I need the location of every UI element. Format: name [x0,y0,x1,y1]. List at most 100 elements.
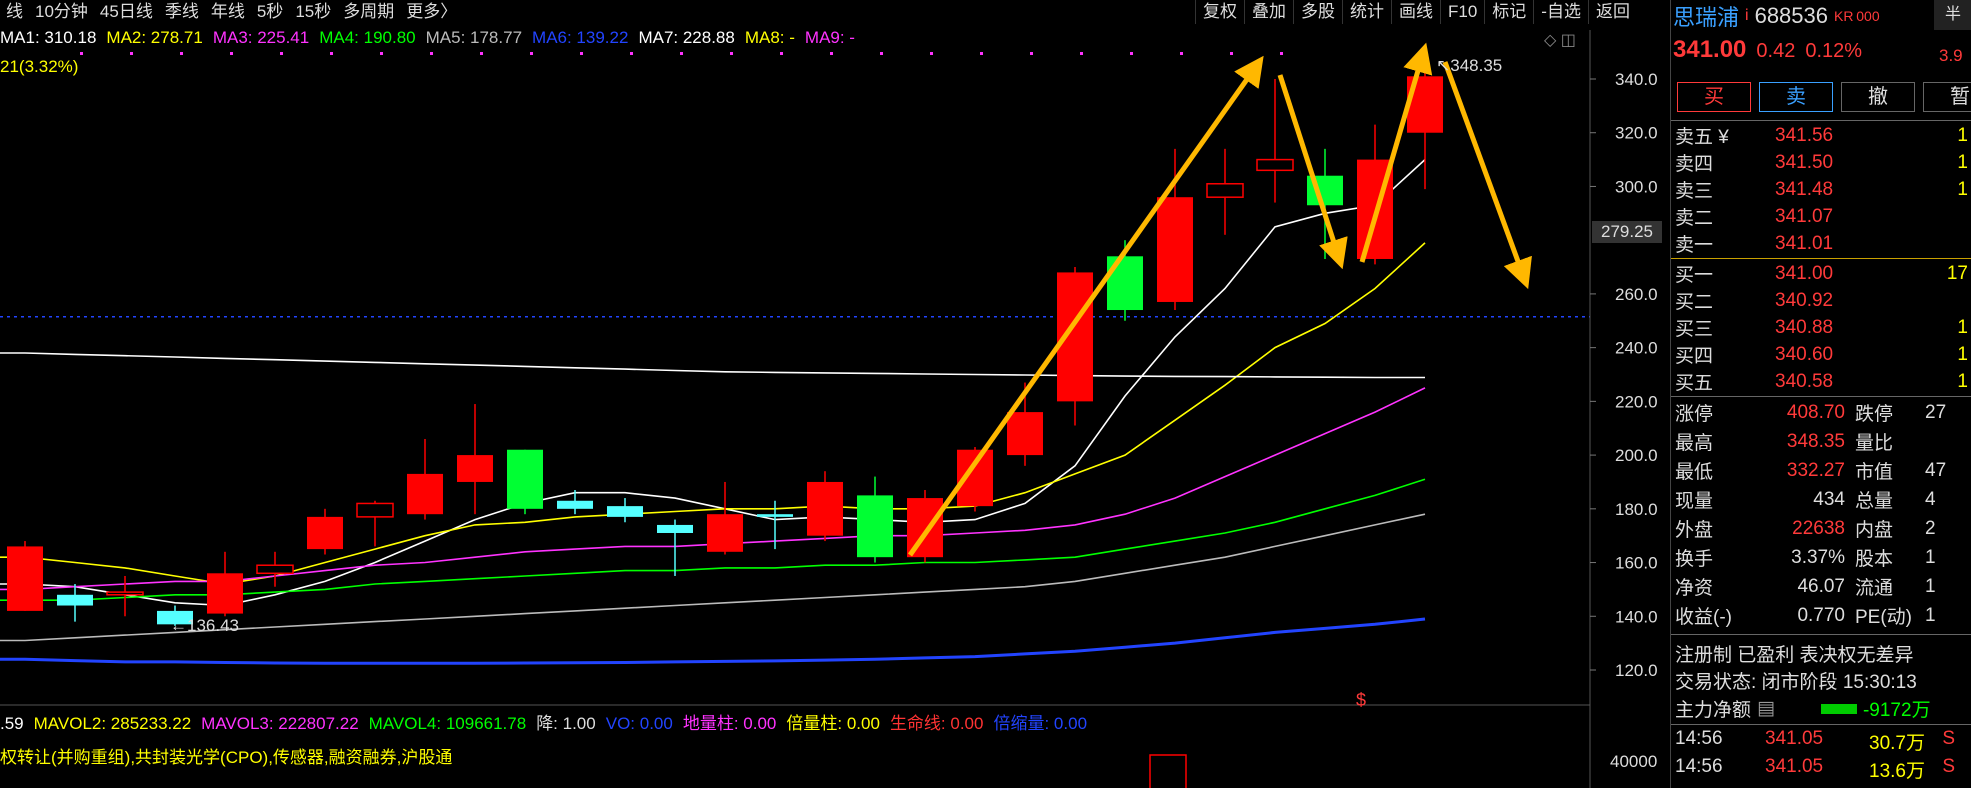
candle[interactable] [557,490,593,514]
candle[interactable] [1357,125,1393,265]
asks-level-label: 卖五 ¥ [1671,122,1775,149]
volume-legend-item: 倍缩量: 0.00 [993,712,1087,736]
candle[interactable] [57,584,93,622]
bids-row[interactable]: 买二340.92 [1671,287,1971,314]
tick-row: 14:56341.0513.6万S [1675,756,1955,783]
last-price: 341.00 [1673,36,1746,64]
stat-label: 最低 [1671,457,1735,484]
volume-legend-item: .59 [0,712,24,736]
half-button[interactable]: 半 [1934,0,1971,30]
flow-bar [1821,704,1857,714]
bids-level-price: 341.00 [1775,263,1895,285]
price-tick-label: 300.0 [1615,177,1658,196]
candle-body [457,455,493,482]
candle[interactable] [657,520,693,576]
signal-dot [1230,52,1233,55]
stock-header: 思瑞浦 i 688536 KR 000 [1673,2,1880,30]
cancel-order-button[interactable]: 撤 [1841,82,1915,112]
candle[interactable] [307,509,343,555]
bids-row[interactable]: 买一341.0017 [1671,260,1971,287]
signal-dot [580,52,583,55]
asks-row[interactable]: 卖四341.501 [1671,149,1971,176]
stat-row: 最高348.35量比 [1671,427,1971,456]
candle[interactable] [1157,149,1193,310]
bids-row[interactable]: 买三340.881 [1671,314,1971,341]
asks-level-price: 341.07 [1775,206,1895,228]
stat-value: 1 [1925,605,1971,627]
bids-row[interactable]: 买五340.581 [1671,368,1971,395]
price-tick-label: 140.0 [1615,607,1658,626]
bids-row[interactable]: 买四340.601 [1671,341,1971,368]
stat-label: 外盘 [1671,515,1735,542]
signal-dot [930,52,933,55]
price-change: 0.42 [1756,40,1795,63]
sell-button[interactable]: 卖 [1759,82,1833,112]
signal-dot [1080,52,1083,55]
candle[interactable] [1057,267,1093,425]
candlestick-plot[interactable]: 340.0320.0300.0260.0240.0220.0200.0180.0… [0,0,1670,788]
candle[interactable] [7,541,43,611]
candle-body [1257,160,1293,171]
list-icon[interactable]: ▤ [1757,697,1775,720]
stat-row: 涨停408.70跌停27 [1671,398,1971,427]
candle[interactable] [857,477,893,563]
candle[interactable] [407,439,443,520]
high-arrow-icon: ↖ [1436,56,1450,75]
price-tick-label: 120.0 [1615,661,1658,680]
candle[interactable] [1207,149,1243,235]
volume-legend: .59MAVOL2: 285233.22MAVOL3: 222807.22MAV… [0,712,1087,736]
candle[interactable] [707,482,743,555]
candle[interactable] [607,498,643,522]
candle[interactable] [1407,57,1443,190]
stats-table: 涨停408.70跌停27最高348.35量比最低332.27市值47现量434总… [1671,398,1971,630]
volume-legend-item: 倍量柱: 0.00 [786,712,880,736]
candle[interactable] [507,450,543,514]
price-tick-label: 160.0 [1615,554,1658,573]
chart-options-icons[interactable]: ◇ ◫ [1544,30,1576,50]
volume-legend-item: 生命线: 0.00 [890,712,984,736]
bids-level-label: 买一 [1671,260,1775,287]
stock-tags: 注册制 已盈利 表决权无差异 [1675,640,1914,667]
candle-body [407,474,443,514]
signal-dot [530,52,533,55]
ask-book: 卖五 ¥341.561卖四341.501卖三341.481卖二341.07卖一3… [1671,122,1971,257]
asks-row[interactable]: 卖五 ¥341.561 [1671,122,1971,149]
volume-legend-item: 地量柱: 0.00 [683,712,777,736]
candle[interactable] [357,501,393,547]
asks-row[interactable]: 卖一341.01 [1671,230,1971,257]
candle[interactable] [807,471,843,541]
quote-panel: 思瑞浦 i 688536 KR 000 半 341.00 0.42 0.12% … [1670,0,1971,788]
trend-arrow [1445,62,1523,275]
candle[interactable] [257,552,293,587]
volume-bar [1150,755,1186,788]
kline-chart-area[interactable]: 线10分钟45日线季线年线5秒15秒多周期更多〉 复权叠加多股统计画线F10标记… [0,0,1670,788]
stat-value: 27 [1925,402,1971,424]
signal-dot [880,52,883,55]
asks-level-price: 341.50 [1775,152,1895,174]
asks-row[interactable]: 卖二341.07 [1671,203,1971,230]
more-button[interactable]: 暂 [1923,82,1971,112]
candle[interactable] [457,404,493,514]
asks-row[interactable]: 卖三341.481 [1671,176,1971,203]
bids-level-label: 买四 [1671,341,1775,368]
candle[interactable] [207,552,243,616]
candle-body [1157,197,1193,302]
stat-value: 4 [1925,489,1971,511]
info-icon[interactable]: i [1745,7,1749,25]
price-tick-label: 340.0 [1615,70,1658,89]
bids-level-label: 买二 [1671,287,1775,314]
volume-legend-item: 降: 1.00 [536,712,596,736]
stat-value: 348.35 [1735,431,1845,453]
asks-level-label: 卖二 [1671,203,1775,230]
buy-button[interactable]: 买 [1677,82,1751,112]
asks-level-price: 341.56 [1775,125,1895,147]
candle-body [1207,184,1243,197]
stat-label: 市值 [1845,457,1925,484]
candle-body [657,525,693,533]
stock-name[interactable]: 思瑞浦 [1673,0,1739,32]
stat-label: 跌停 [1845,399,1925,426]
volume-legend-item: MAVOL2: 285233.22 [34,712,192,736]
candle[interactable] [1307,149,1343,259]
bid-book: 买一341.0017买二340.92买三340.881买四340.601买五34… [1671,260,1971,395]
signal-dot [480,52,483,55]
